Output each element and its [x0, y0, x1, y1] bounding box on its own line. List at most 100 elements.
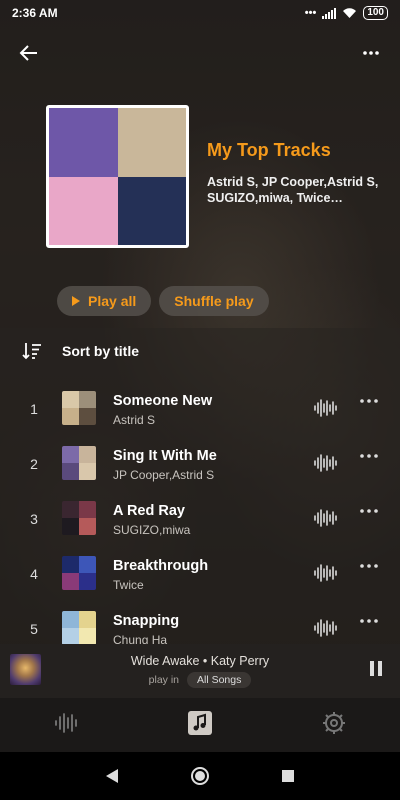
system-nav-bar — [0, 752, 400, 800]
sort-label: Sort by title — [62, 343, 140, 359]
art-tile — [62, 518, 79, 535]
track-row[interactable]: 4 Breakthrough Twice — [0, 547, 400, 602]
art-tile — [79, 556, 96, 573]
music-note-icon — [187, 710, 212, 735]
art-tile — [49, 176, 118, 245]
status-time: 2:36 AM — [12, 6, 58, 20]
more-options-button[interactable] — [358, 40, 384, 66]
art-tile — [62, 628, 79, 644]
shuffle-play-label: Shuffle play — [174, 293, 254, 309]
art-tile — [79, 628, 96, 644]
art-tile — [79, 391, 96, 408]
track-thumbnail — [62, 611, 96, 644]
art-tile — [79, 573, 96, 590]
art-tile — [79, 518, 96, 535]
track-artist: JP Cooper,Astrid S — [113, 468, 215, 482]
status-icons: ••• 100 — [305, 6, 388, 20]
art-tile — [117, 176, 186, 245]
settings-icon — [322, 711, 345, 734]
waveform-icon[interactable] — [313, 398, 337, 418]
track-artist: Astrid S — [113, 413, 156, 427]
track-list: 1 Someone New Astrid S 2 Sing It With Me… — [0, 382, 400, 644]
track-number: 1 — [30, 401, 38, 417]
wifi-icon — [343, 8, 357, 18]
waveform-icon — [55, 712, 78, 733]
art-tile — [62, 408, 79, 425]
track-row[interactable]: 1 Someone New Astrid S — [0, 382, 400, 437]
shuffle-play-button[interactable]: Shuffle play — [159, 286, 269, 316]
top-bar — [0, 36, 400, 70]
mini-player[interactable]: Wide Awake • Katy Perry play in All Song… — [0, 644, 400, 698]
art-tile — [62, 446, 79, 463]
track-title: Someone New — [113, 393, 213, 409]
signal-icon — [322, 7, 337, 19]
playlist-title: My Top Tracks — [207, 140, 331, 160]
track-title: Breakthrough — [113, 558, 209, 574]
track-title: A Red Ray — [113, 503, 185, 519]
waveform-icon[interactable] — [313, 563, 337, 583]
notification-dots: ••• — [304, 7, 317, 19]
art-tile — [62, 501, 79, 518]
back-triangle-icon[interactable] — [105, 768, 119, 784]
nav-library[interactable] — [187, 710, 213, 741]
playlist-header: My Top Tracks Astrid S, JP Cooper,Astrid… — [46, 105, 386, 250]
more-horizontal-icon — [363, 51, 379, 55]
art-tile — [62, 573, 79, 590]
bottom-nav — [0, 698, 400, 752]
track-artist: Chung Ha — [113, 633, 168, 644]
playlist-actions: Play all Shuffle play — [57, 286, 269, 316]
pause-button[interactable] — [370, 661, 382, 676]
art-tile — [79, 463, 96, 480]
track-number: 2 — [30, 456, 38, 472]
track-more-icon[interactable] — [360, 399, 378, 403]
art-tile — [79, 501, 96, 518]
now-playing-title: Wide Awake • Katy Perry — [130, 654, 270, 668]
track-artist: SUGIZO,miwa — [113, 523, 191, 537]
play-in-label: play in — [148, 674, 179, 686]
track-more-icon[interactable] — [360, 509, 378, 513]
sort-icon — [22, 343, 41, 360]
art-tile — [79, 408, 96, 425]
track-thumbnail — [62, 556, 96, 590]
track-number: 5 — [30, 621, 38, 637]
now-playing-source: play in All Songs — [0, 672, 400, 688]
track-row[interactable]: 2 Sing It With Me JP Cooper,Astrid S — [0, 437, 400, 492]
art-tile — [62, 463, 79, 480]
track-more-icon[interactable] — [360, 619, 378, 623]
track-more-icon[interactable] — [360, 454, 378, 458]
sort-control[interactable]: Sort by title — [22, 342, 139, 360]
nav-visualizer[interactable] — [54, 712, 78, 739]
recents-square-icon[interactable] — [281, 769, 295, 783]
track-thumbnail — [62, 446, 96, 480]
track-row[interactable]: 3 A Red Ray SUGIZO,miwa — [0, 492, 400, 547]
play-icon — [72, 296, 80, 306]
art-tile — [117, 108, 186, 177]
art-tile — [79, 446, 96, 463]
play-all-label: Play all — [88, 293, 137, 309]
track-thumbnail — [62, 391, 96, 425]
play-all-button[interactable]: Play all — [57, 286, 152, 316]
track-thumbnail — [62, 501, 96, 535]
back-button[interactable] — [16, 40, 42, 66]
nav-settings[interactable] — [322, 711, 346, 740]
playlist-cover[interactable] — [46, 105, 189, 248]
waveform-icon[interactable] — [313, 508, 337, 528]
source-chip[interactable]: All Songs — [187, 672, 252, 688]
playlist-info: My Top Tracks Astrid S, JP Cooper,Astrid… — [207, 140, 382, 206]
art-tile — [79, 611, 96, 628]
track-row[interactable]: 5 Snapping Chung Ha — [0, 602, 400, 644]
waveform-icon[interactable] — [313, 618, 337, 638]
status-bar: 2:36 AM ••• 100 — [0, 0, 400, 26]
art-tile — [62, 391, 79, 408]
arrow-left-icon — [19, 45, 37, 61]
track-more-icon[interactable] — [360, 564, 378, 568]
art-tile — [62, 556, 79, 573]
track-title: Snapping — [113, 613, 180, 629]
playlist-artists: Astrid S, JP Cooper,Astrid S, SUGIZO,miw… — [207, 175, 379, 205]
pause-icon — [370, 661, 374, 676]
home-circle-icon[interactable] — [190, 766, 210, 786]
art-tile — [62, 611, 79, 628]
track-number: 4 — [30, 566, 38, 582]
track-artist: Twice — [113, 578, 144, 592]
waveform-icon[interactable] — [313, 453, 337, 473]
